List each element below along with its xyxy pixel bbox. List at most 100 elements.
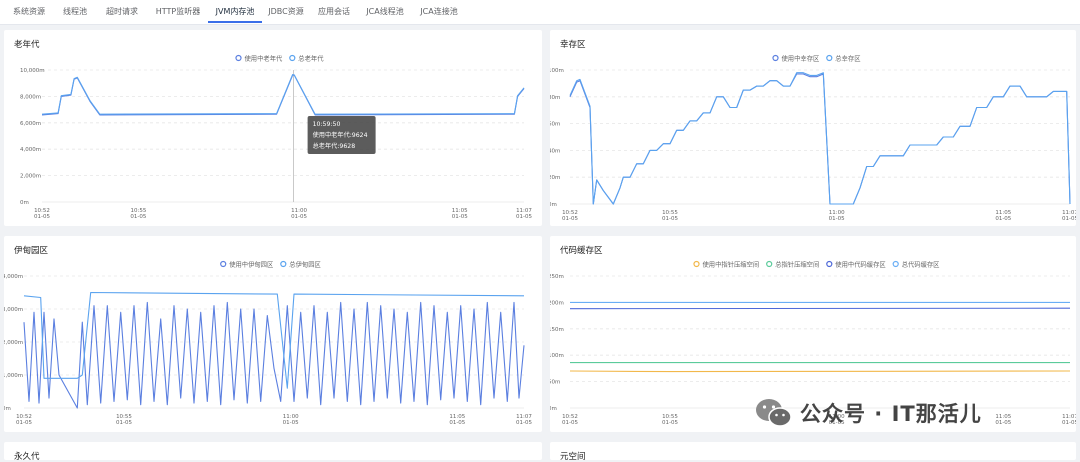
- x-tick-date-label: 01-05: [995, 420, 1011, 426]
- eden-chart[interactable]: 使用中伊甸园区总伊甸园区0m1,000m2,000m3,000m4,000m10…: [4, 236, 542, 432]
- tooltip-line2: 总老年代:9628: [313, 142, 356, 150]
- x-tick-date-label: 01-05: [1062, 420, 1076, 426]
- tab-jvm-memory-pool[interactable]: JVM内存池: [208, 0, 262, 23]
- y-tick-label: 0m: [550, 202, 557, 208]
- x-tick-date-label: 01-05: [516, 214, 532, 220]
- y-tick-label: 4,000m: [20, 147, 41, 153]
- x-tick-date-label: 01-05: [34, 214, 50, 220]
- y-tick-label: 6,000m: [20, 121, 41, 127]
- perm-gen-title: 永久代: [14, 452, 40, 462]
- series-line: [41, 74, 525, 116]
- chart-tooltip: 10:59:50 使用中老年代:9624 总老年代:9628: [307, 116, 376, 154]
- legend-label: 使用中幸存区: [782, 54, 820, 63]
- series-line: [41, 74, 525, 115]
- legend-marker-icon: [220, 260, 227, 268]
- legend-label: 使用中老年代: [245, 54, 283, 63]
- eden-card: 伊甸园区 使用中伊甸园区总伊甸园区0m1,000m2,000m3,000m4,0…: [4, 236, 542, 432]
- legend-label: 总代码缓存区: [902, 260, 940, 269]
- legend-label: 总老年代: [298, 54, 324, 63]
- legend-marker-icon: [766, 260, 773, 268]
- legend-label: 使用中指针压缩空间: [703, 260, 760, 269]
- x-tick-date-label: 01-05: [116, 420, 132, 426]
- y-tick-label: 2,000m: [4, 340, 23, 346]
- survivor-card: 幸存区 使用中幸存区总幸存区0m20m40m60m80m100m10:5201-…: [550, 30, 1076, 226]
- x-tick-date-label: 01-05: [662, 216, 678, 222]
- legend-marker-icon: [289, 54, 296, 62]
- metaspace-card: 元空间: [550, 442, 1076, 462]
- x-tick-date-label: 01-05: [995, 216, 1011, 222]
- y-tick-label: 60m: [550, 122, 560, 128]
- x-tick-date-label: 01-05: [283, 420, 299, 426]
- tab-http-listener[interactable]: HTTP监听器: [150, 0, 206, 23]
- tab-jca-thread-pool[interactable]: JCA线程池: [360, 0, 410, 23]
- x-tick-date-label: 01-05: [291, 214, 307, 220]
- y-tick-label: 100m: [550, 68, 564, 74]
- y-tick-label: 100m: [550, 353, 564, 359]
- old-gen-chart[interactable]: 使用中老年代 总老年代 0m 2,000m 4,000m 6,000m 8,000m 10,0…: [4, 30, 542, 226]
- tab-bar: 系统资源 线程池 超时请求 HTTP监听器 JVM内存池 JDBC资源 应用会话…: [0, 0, 1080, 25]
- watermark: 公众号 · IT那活儿: [754, 396, 982, 430]
- series-line: [569, 307, 1071, 310]
- x-tick-date-label: 01-05: [516, 420, 532, 426]
- watermark-text: 公众号 · IT那活儿: [800, 402, 982, 426]
- y-tick-label: 250m: [550, 274, 564, 280]
- y-tick-label: 80m: [550, 95, 560, 101]
- y-tick-label: 20m: [550, 175, 560, 181]
- y-tick-label: 0m: [20, 200, 29, 206]
- y-tick-label: 1,000m: [4, 373, 23, 379]
- x-tick-date-label: 01-05: [662, 420, 678, 426]
- tooltip-time: 10:59:50: [313, 121, 341, 128]
- legend-label: 总幸存区: [835, 54, 860, 63]
- y-tick-label: 150m: [550, 327, 564, 333]
- y-tick-label: 3,000m: [4, 307, 23, 313]
- tooltip-line1: 使用中老年代:9624: [313, 131, 368, 139]
- y-tick-label: 8,000m: [20, 94, 41, 100]
- series-line: [23, 301, 525, 409]
- y-tick-label: 2,000m: [20, 174, 41, 180]
- survivor-chart[interactable]: 使用中幸存区总幸存区0m20m40m60m80m100m10:5201-0510…: [550, 30, 1076, 226]
- legend-marker-icon: [235, 54, 242, 62]
- tab-app-sessions[interactable]: 应用会话: [310, 0, 358, 23]
- x-tick-date-label: 01-05: [562, 216, 578, 222]
- legend-marker-icon: [892, 260, 899, 268]
- series-line: [569, 370, 1071, 373]
- x-tick-date-label: 01-05: [829, 216, 845, 222]
- y-tick-label: 40m: [550, 148, 560, 154]
- metaspace-title: 元空间: [560, 452, 586, 462]
- y-tick-label: 0m: [4, 406, 11, 412]
- tab-thread-pool[interactable]: 线程池: [56, 0, 94, 23]
- old-gen-card: 老年代 使用中老年代 总老年代 0m 2,000m 4,000m 6,000m 8,000m…: [4, 30, 542, 226]
- chart-legend: 使用中幸存区 总幸存区: [772, 54, 860, 63]
- legend-label: 总伊甸园区: [289, 260, 320, 269]
- legend-label: 使用中伊甸园区: [229, 260, 273, 269]
- x-tick-date-label: 01-05: [449, 420, 465, 426]
- x-tick-date-label: 01-05: [562, 420, 578, 426]
- legend-label: 总指针压缩空间: [775, 260, 819, 269]
- y-tick-label: 4,000m: [4, 274, 23, 280]
- x-tick-date-label: 01-05: [16, 420, 32, 426]
- wechat-logo-icon: [756, 399, 792, 427]
- y-tick-label: 200m: [550, 300, 564, 306]
- legend-marker-icon: [693, 260, 700, 268]
- y-tick-label: 10,000m: [20, 68, 45, 74]
- legend-label: 使用中代码缓存区: [835, 260, 885, 269]
- series-line: [569, 73, 1071, 205]
- x-tick-date-label: 01-05: [1062, 216, 1076, 222]
- legend-marker-icon: [280, 260, 287, 268]
- y-tick-label: 50m: [550, 380, 560, 386]
- tab-jca-connection-pool[interactable]: JCA连接池: [412, 0, 466, 23]
- chart-legend: 使用中伊甸园区 总伊甸园区: [220, 260, 321, 269]
- tab-jdbc-resources[interactable]: JDBC资源: [264, 0, 308, 23]
- perm-gen-card: 永久代: [4, 442, 542, 462]
- legend-marker-icon: [826, 260, 833, 268]
- series-line: [569, 72, 1071, 205]
- tab-system-resources[interactable]: 系统资源: [4, 0, 54, 23]
- y-tick-label: 0m: [550, 406, 557, 412]
- x-tick-date-label: 01-05: [130, 214, 146, 220]
- x-tick-date-label: 01-05: [452, 214, 468, 220]
- tab-timeout-requests[interactable]: 超时请求: [96, 0, 148, 23]
- legend-marker-icon: [826, 54, 833, 62]
- legend-marker-icon: [772, 54, 779, 62]
- chart-legend: 使用中老年代 总老年代: [235, 54, 324, 63]
- chart-legend: 使用中指针压缩空间 总指针压缩空间 使用中代码缓存区 总代码缓存区: [693, 260, 940, 269]
